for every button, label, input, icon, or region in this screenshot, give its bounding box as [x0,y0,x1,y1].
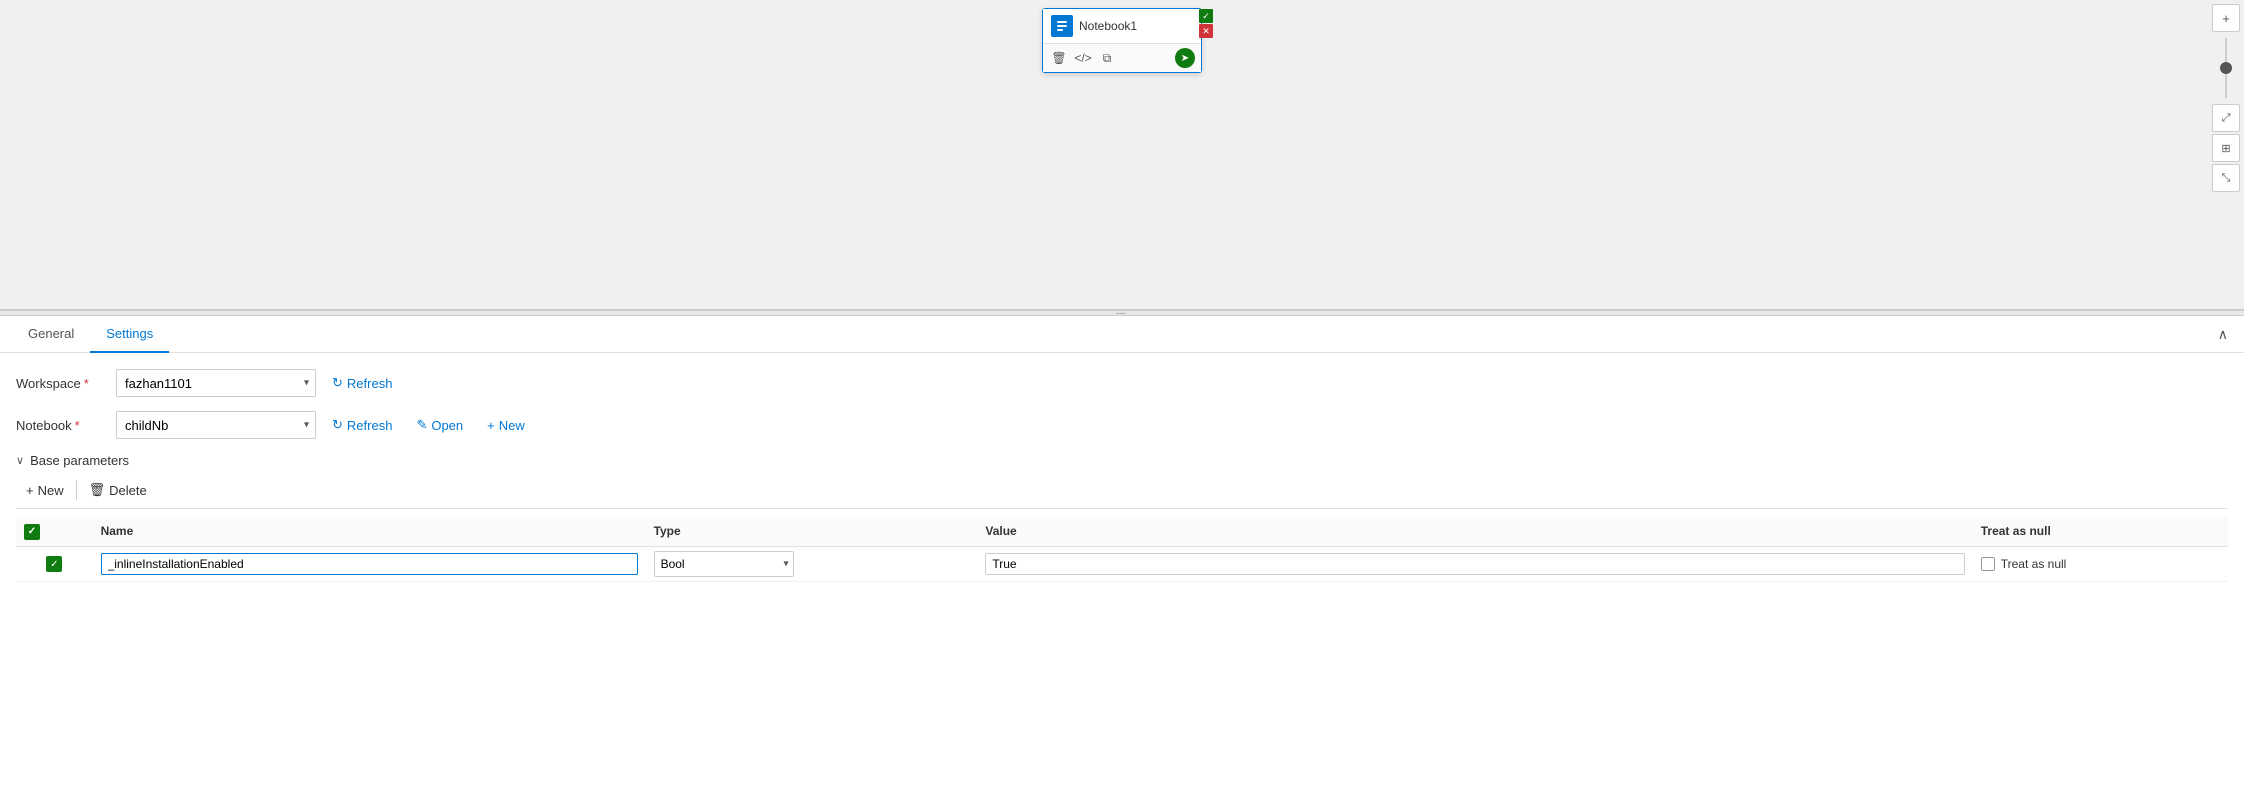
notebook-open-button[interactable]: ✎ Open [408,413,471,437]
notebook-node-actions: 🗑 </> ⧉ ➤ [1043,43,1201,72]
workspace-row: Workspace * fazhan1101 ▾ ↻ Refresh [16,369,2228,397]
workspace-required: * [84,376,89,391]
treat-null-checkbox[interactable] [1981,557,1995,571]
node-go-button[interactable]: ➤ [1175,48,1195,68]
row-type-cell: Bool String Int Float ▾ [646,546,978,581]
params-table-body: ✓ Bool String Int Float [16,546,2228,581]
tabs-left: General Settings [12,316,169,352]
pipeline-canvas: Notebook1 ✓ ✕ 🗑 </> ⧉ ➤ + ⤢ ⊞ ⤡ [0,0,2244,310]
notebook-refresh-button[interactable]: ↻ Refresh [324,413,400,437]
canvas-grid-button[interactable]: ⊞ [2212,134,2240,162]
row-name-cell [93,546,646,581]
notebook-required: * [75,418,80,433]
refresh-icon: ↻ [332,375,343,391]
params-table-head: ✓ Name Type Value Treat as null [16,517,2228,546]
treat-null-group: Treat as null [1981,557,2220,571]
notebook-node-header: Notebook1 ✓ ✕ [1043,9,1201,43]
tab-settings[interactable]: Settings [90,316,169,353]
toolbar-divider [76,480,77,500]
params-new-icon: + [26,483,34,498]
node-copy-button[interactable]: ⧉ [1097,48,1117,68]
canvas-plus-button[interactable]: + [2212,4,2240,32]
table-row: ✓ Bool String Int Float [16,546,2228,581]
treat-null-label: Treat as null [2001,557,2067,571]
tab-general[interactable]: General [12,316,90,353]
status-x-icon: ✕ [1199,24,1213,38]
section-toggle[interactable]: ∨ [16,454,24,467]
row-null-cell: Treat as null [1973,546,2228,581]
workspace-refresh-button[interactable]: ↻ Refresh [324,371,400,395]
row-name-input[interactable] [101,553,638,575]
canvas-shrink-button[interactable]: ⤡ [2212,164,2240,192]
canvas-zoom-slider[interactable] [2225,38,2227,98]
row-value-cell [977,546,1972,581]
notebook-row: Notebook * childNb ▾ ↻ Refresh ✎ Open [16,411,2228,439]
row-checkbox[interactable]: ✓ [46,556,62,572]
th-name: Name [93,517,646,546]
notebook-select[interactable]: childNb [125,412,307,438]
type-select-wrapper: Bool String Int Float ▾ [654,551,794,577]
bottom-panel: General Settings ∧ Workspace * fazhan110… [0,316,2244,805]
notebook-node-icon [1051,15,1073,37]
th-null: Treat as null [1973,517,2228,546]
notebook-refresh-icon: ↻ [332,417,343,433]
header-checkbox[interactable]: ✓ [24,524,40,540]
params-toolbar: + New 🗑 Delete [16,478,2228,509]
params-new-button[interactable]: + New [16,479,74,502]
workspace-control-group: fazhan1101 ▾ ↻ Refresh [116,369,2228,397]
workspace-select[interactable]: fazhan1101 [125,370,307,396]
workspace-label: Workspace * [16,376,116,391]
tabs-row: General Settings ∧ [0,316,2244,353]
row-type-select[interactable]: Bool String Int Float [654,551,794,577]
notebook-new-button[interactable]: + New [479,414,533,437]
params-table: ✓ Name Type Value Treat as null ✓ [16,517,2228,582]
canvas-right-controls: + ⤢ ⊞ ⤡ [2212,0,2240,196]
open-icon: ✎ [416,417,427,433]
settings-content: Workspace * fazhan1101 ▾ ↻ Refresh Noteb [0,353,2244,805]
params-header-row: ✓ Name Type Value Treat as null [16,517,2228,546]
row-checkbox-cell: ✓ [16,546,93,581]
node-code-button[interactable]: </> [1073,48,1093,68]
notebook-dropdown[interactable]: childNb ▾ [116,411,316,439]
th-checkbox: ✓ [16,517,93,546]
canvas-zoom-thumb [2220,62,2232,74]
base-params-header: ∨ Base parameters [16,453,2228,468]
node-delete-button[interactable]: 🗑 [1049,48,1069,68]
notebook-control-group: childNb ▾ ↻ Refresh ✎ Open + New [116,411,2228,439]
workspace-dropdown[interactable]: fazhan1101 ▾ [116,369,316,397]
notebook-new-icon: + [487,418,495,433]
canvas-fit-button[interactable]: ⤢ [2212,104,2240,132]
collapse-button[interactable]: ∧ [2214,322,2232,347]
notebook-node-title: Notebook1 [1079,19,1193,33]
params-delete-icon: 🗑 [89,482,106,498]
status-check-icon: ✓ [1199,9,1213,23]
row-value-input[interactable] [985,553,1964,575]
th-value: Value [977,517,1972,546]
params-delete-button[interactable]: 🗑 Delete [79,478,157,502]
notebook-node: Notebook1 ✓ ✕ 🗑 </> ⧉ ➤ [1042,8,1202,73]
notebook-label: Notebook * [16,418,116,433]
node-status-icons: ✓ ✕ [1199,9,1213,38]
th-type: Type [646,517,978,546]
